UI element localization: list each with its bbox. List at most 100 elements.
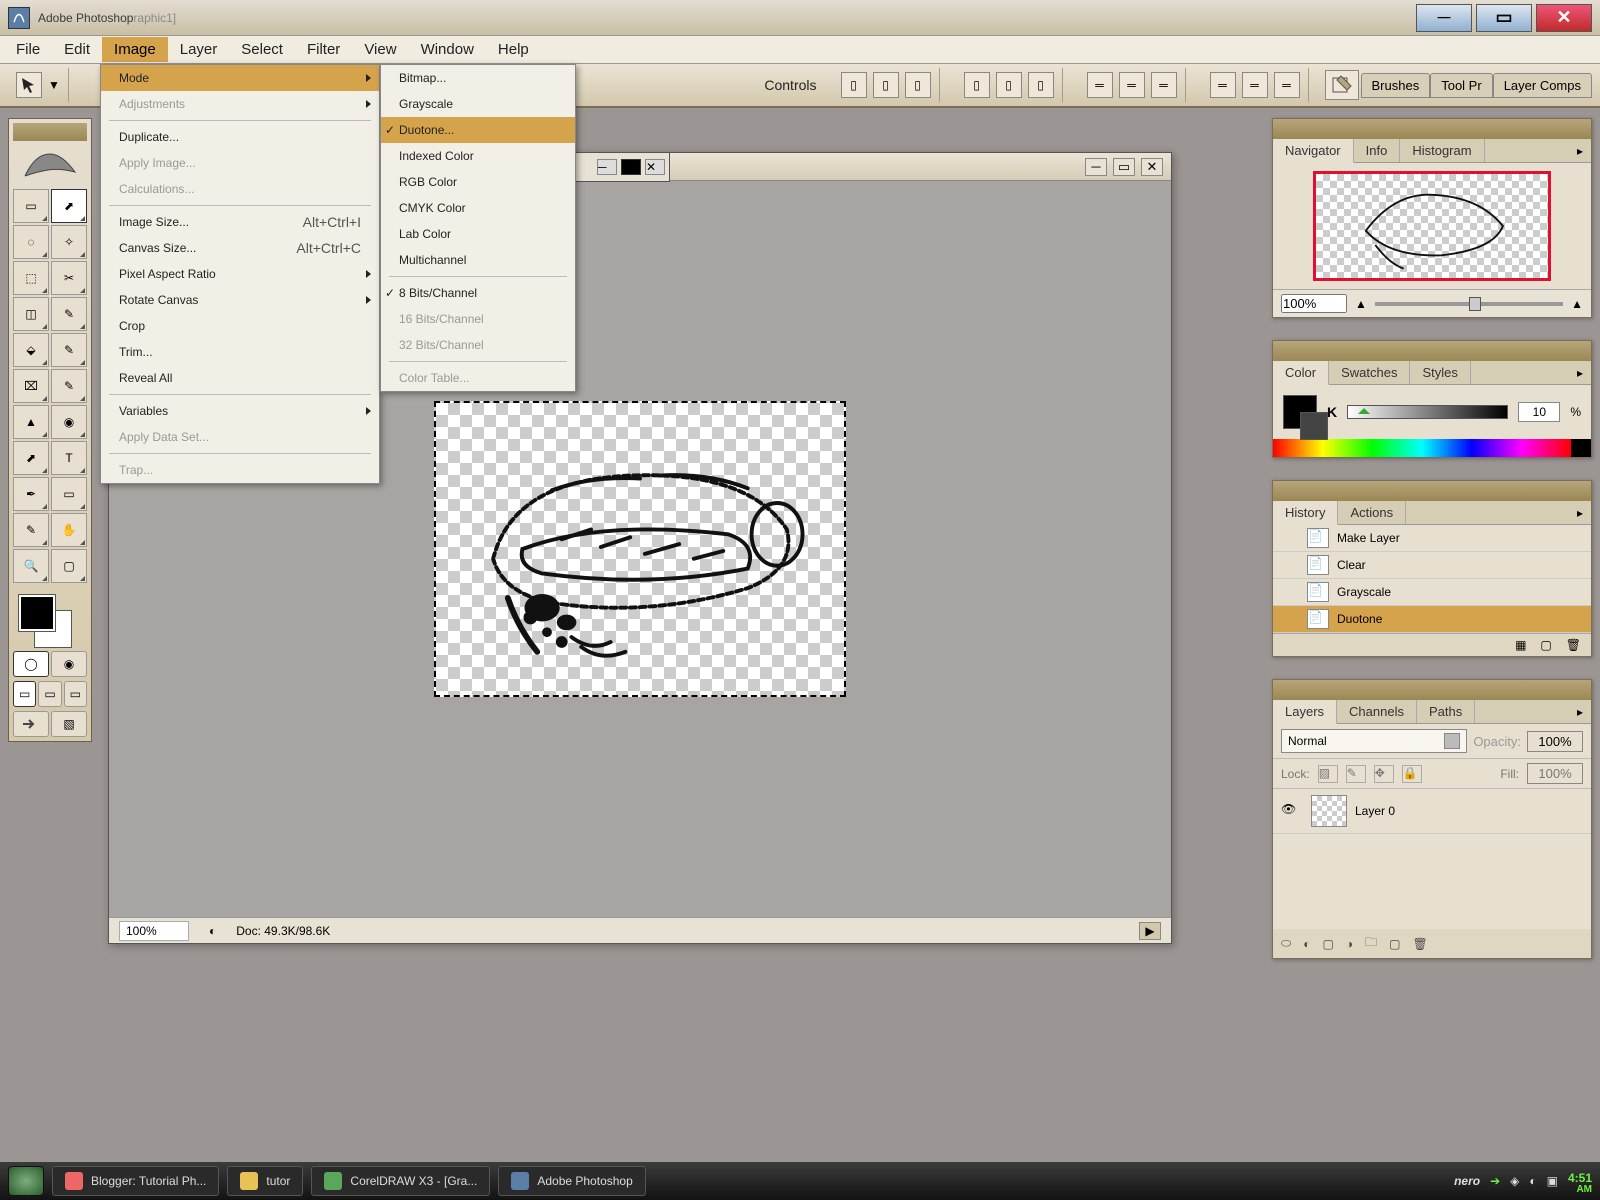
menu-item[interactable]: ✓Duotone... (381, 117, 575, 143)
menu-item[interactable]: Image Size...Alt+Ctrl+I (101, 209, 379, 235)
workspace-icon[interactable] (1325, 70, 1359, 100)
align-icon[interactable]: ▯ (905, 72, 931, 98)
tool-button[interactable]: ✋ (51, 513, 87, 547)
distribute-icon[interactable]: ▯ (996, 72, 1022, 98)
tool-button[interactable]: ✎ (51, 369, 87, 403)
menu-item[interactable]: RGB Color (381, 169, 575, 195)
navigator-thumbnail[interactable] (1313, 171, 1551, 281)
align-v-icon[interactable]: ═ (1151, 72, 1177, 98)
taskbar-item[interactable]: CorelDRAW X3 - [Gra... (311, 1166, 490, 1196)
panel-tab[interactable]: Actions (1338, 501, 1406, 524)
menu-item[interactable]: Indexed Color (381, 143, 575, 169)
panel-menu-icon[interactable]: ▸ (1569, 700, 1591, 723)
history-state[interactable]: 📄Duotone (1273, 606, 1591, 633)
zoom-out-icon[interactable]: ▲ (1355, 297, 1367, 311)
distribute-v-icon[interactable]: ═ (1274, 72, 1300, 98)
panel-tab[interactable]: Layers (1273, 700, 1337, 724)
distribute-icon[interactable]: ▯ (1028, 72, 1054, 98)
doc-close-button[interactable]: ✕ (645, 159, 665, 175)
menu-item[interactable]: Lab Color (381, 221, 575, 247)
zoom-slider[interactable] (1375, 302, 1563, 306)
taskbar-item[interactable]: Blogger: Tutorial Ph... (52, 1166, 219, 1196)
history-state[interactable]: 📄Make Layer (1273, 525, 1591, 552)
canvas[interactable] (434, 401, 846, 697)
color-value-field[interactable] (1518, 402, 1560, 422)
color-swatch[interactable] (1283, 395, 1317, 429)
align-icon[interactable]: ▯ (873, 72, 899, 98)
tool-button[interactable]: ⬙ (13, 333, 49, 367)
dropdown-caret-icon[interactable]: ▼ (48, 78, 60, 92)
panel-tab[interactable]: Color (1273, 361, 1329, 385)
align-v-icon[interactable]: ═ (1087, 72, 1113, 98)
panel-tab[interactable]: Swatches (1329, 361, 1410, 384)
menu-window[interactable]: Window (409, 37, 486, 62)
foreground-background-color[interactable] (13, 591, 87, 647)
panel-tab[interactable]: Histogram (1400, 139, 1484, 162)
lock-position-icon[interactable]: ✥ (1374, 765, 1394, 783)
tool-button[interactable]: ✂ (51, 261, 87, 295)
panel-menu-icon[interactable]: ▸ (1569, 139, 1591, 162)
taskbar-item[interactable]: Adobe Photoshop (498, 1166, 645, 1196)
panel-tab[interactable]: Navigator (1273, 139, 1354, 163)
tool-button[interactable]: ◉ (51, 405, 87, 439)
panel-tab[interactable]: Paths (1417, 700, 1475, 723)
menu-item[interactable]: Rotate Canvas (101, 287, 379, 313)
tool-button[interactable]: ✧ (51, 225, 87, 259)
menu-file[interactable]: File (4, 37, 52, 62)
new-group-icon[interactable]: 🗀 (1365, 933, 1377, 954)
panel-grip[interactable] (1273, 341, 1591, 361)
opacity-field[interactable]: 100% (1527, 731, 1583, 752)
doc-minimize-button[interactable]: ─ (1085, 158, 1107, 176)
history-state[interactable]: 📄Clear (1273, 552, 1591, 579)
distribute-v-icon[interactable]: ═ (1210, 72, 1236, 98)
quickmask-mode-button[interactable]: ◉ (51, 651, 87, 677)
doc-maximize-button[interactable]: ▭ (1113, 158, 1135, 176)
tray-arrow-icon[interactable]: ➔ (1490, 1174, 1500, 1188)
panel-menu-icon[interactable]: ▸ (1569, 361, 1591, 384)
tool-button[interactable]: ▢ (51, 549, 87, 583)
menu-item[interactable]: ✓8 Bits/Channel (381, 280, 575, 306)
palette-tab[interactable]: Brushes (1361, 73, 1431, 98)
navigator-zoom-field[interactable] (1281, 294, 1347, 313)
history-state[interactable]: 📄Grayscale (1273, 579, 1591, 606)
menu-select[interactable]: Select (229, 37, 295, 62)
menu-item[interactable]: Reveal All (101, 365, 379, 391)
link-layers-icon[interactable]: ⬭ (1281, 936, 1291, 951)
distribute-v-icon[interactable]: ═ (1242, 72, 1268, 98)
panel-menu-icon[interactable]: ▸ (1569, 501, 1591, 524)
zoom-in-icon[interactable]: ▲ (1571, 297, 1583, 311)
palette-tab[interactable]: Tool Pr (1430, 73, 1492, 98)
tool-button[interactable]: 🔍 (13, 549, 49, 583)
color-spectrum[interactable] (1273, 439, 1591, 457)
screen-mode-1-button[interactable]: ▭ (13, 681, 36, 707)
align-v-icon[interactable]: ═ (1119, 72, 1145, 98)
menu-item[interactable]: Variables (101, 398, 379, 424)
palette-tab[interactable]: Layer Comps (1493, 73, 1592, 98)
jump-button[interactable] (13, 711, 49, 737)
menu-item[interactable]: Crop (101, 313, 379, 339)
tool-button[interactable]: ✎ (51, 333, 87, 367)
lock-all-icon[interactable]: 🔒 (1402, 765, 1422, 783)
new-state-icon[interactable]: ▢ (1540, 638, 1551, 652)
menu-item[interactable]: Pixel Aspect Ratio (101, 261, 379, 287)
menu-item[interactable]: Grayscale (381, 91, 575, 117)
start-button[interactable] (8, 1166, 44, 1196)
distribute-icon[interactable]: ▯ (964, 72, 990, 98)
background-document-titlebar[interactable]: ─ ✕ (570, 152, 670, 182)
layer-style-icon[interactable]: ◐ (1303, 937, 1310, 951)
zoom-field[interactable]: 100% (119, 921, 189, 941)
menu-filter[interactable]: Filter (295, 37, 352, 62)
snapshot-icon[interactable]: ▦ (1515, 638, 1526, 652)
screen-mode-3-button[interactable]: ▭ (64, 681, 87, 707)
screen-mode-2-button[interactable]: ▭ (38, 681, 61, 707)
panel-tab[interactable]: Styles (1410, 361, 1470, 384)
scroll-right-button[interactable]: ▶ (1139, 922, 1161, 940)
adjustment-layer-icon[interactable]: ◑ (1346, 937, 1353, 951)
info-icon[interactable]: ◐ (209, 924, 216, 938)
doc-minimize-button[interactable]: ─ (597, 159, 617, 175)
fill-field[interactable]: 100% (1527, 763, 1583, 784)
tool-button[interactable]: ▲ (13, 405, 49, 439)
panel-grip[interactable] (1273, 481, 1591, 501)
tray-icon[interactable]: ▣ (1547, 1174, 1558, 1188)
tool-button[interactable]: ⬚ (13, 261, 49, 295)
